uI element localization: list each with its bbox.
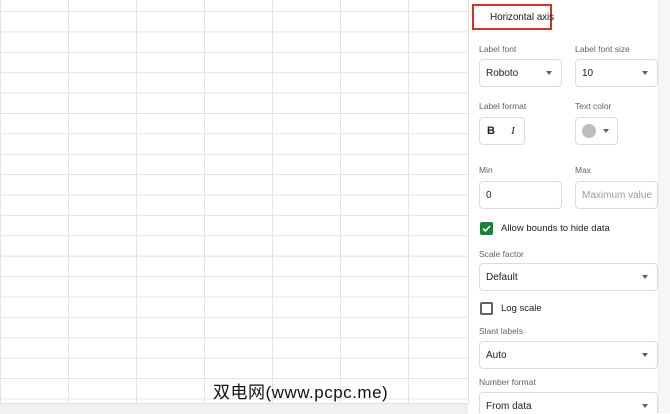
dropdown-caret-icon (546, 71, 552, 75)
text-color-picker[interactable] (575, 117, 618, 145)
allow-bounds-checkbox[interactable] (480, 222, 493, 235)
label-format-buttons: B I (479, 117, 525, 145)
min-input[interactable]: 0 (479, 181, 562, 209)
slant-labels-value: Auto (486, 349, 507, 361)
bold-button[interactable]: B (480, 125, 502, 137)
label-font-size-select[interactable]: 10 (575, 59, 658, 87)
number-format-select[interactable]: From data (479, 392, 658, 413)
label-font-size-label: Label font size (575, 44, 630, 54)
watermark-text: 双电网(www.pcpc.me) (213, 383, 389, 402)
horizontal-scrollbar[interactable] (0, 403, 468, 414)
color-swatch (582, 124, 596, 138)
dropdown-caret-icon (642, 353, 648, 357)
scale-factor-label: Scale factor (479, 249, 524, 259)
number-format-label: Number format (479, 377, 536, 387)
italic-button[interactable]: I (502, 125, 524, 137)
max-label: Max (575, 165, 592, 175)
text-color-label: Text color (575, 101, 612, 111)
log-scale-label: Log scale (501, 303, 542, 314)
dropdown-caret-icon (642, 404, 648, 408)
section-title: Horizontal axis (490, 11, 555, 23)
panel-scrollbar[interactable] (658, 0, 670, 413)
max-placeholder: Maximum value (582, 189, 653, 201)
scale-factor-value: Default (486, 271, 518, 283)
slant-labels-label: Slant labels (479, 326, 523, 336)
log-scale-checkbox[interactable] (480, 302, 493, 315)
dropdown-caret-icon (642, 275, 648, 279)
label-font-size-value: 10 (582, 67, 594, 79)
min-value: 0 (486, 189, 492, 201)
slant-labels-select[interactable]: Auto (479, 341, 658, 369)
scale-factor-select[interactable]: Default (479, 263, 658, 291)
label-font-select[interactable]: Roboto (479, 59, 562, 87)
label-font-label: Label font (479, 44, 517, 54)
min-label: Min (479, 165, 493, 175)
horizontal-axis-section-toggle[interactable]: Horizontal axis (472, 4, 555, 30)
dropdown-caret-icon (642, 71, 648, 75)
spreadsheet-grid[interactable] (0, 0, 469, 403)
dropdown-caret-icon (603, 129, 609, 133)
label-font-value: Roboto (486, 67, 519, 79)
number-format-value: From data (486, 400, 532, 412)
check-icon (482, 225, 491, 233)
label-format-label: Label format (479, 101, 527, 111)
max-input[interactable]: Maximum value (575, 181, 658, 209)
allow-bounds-label: Allow bounds to hide data (501, 223, 610, 234)
